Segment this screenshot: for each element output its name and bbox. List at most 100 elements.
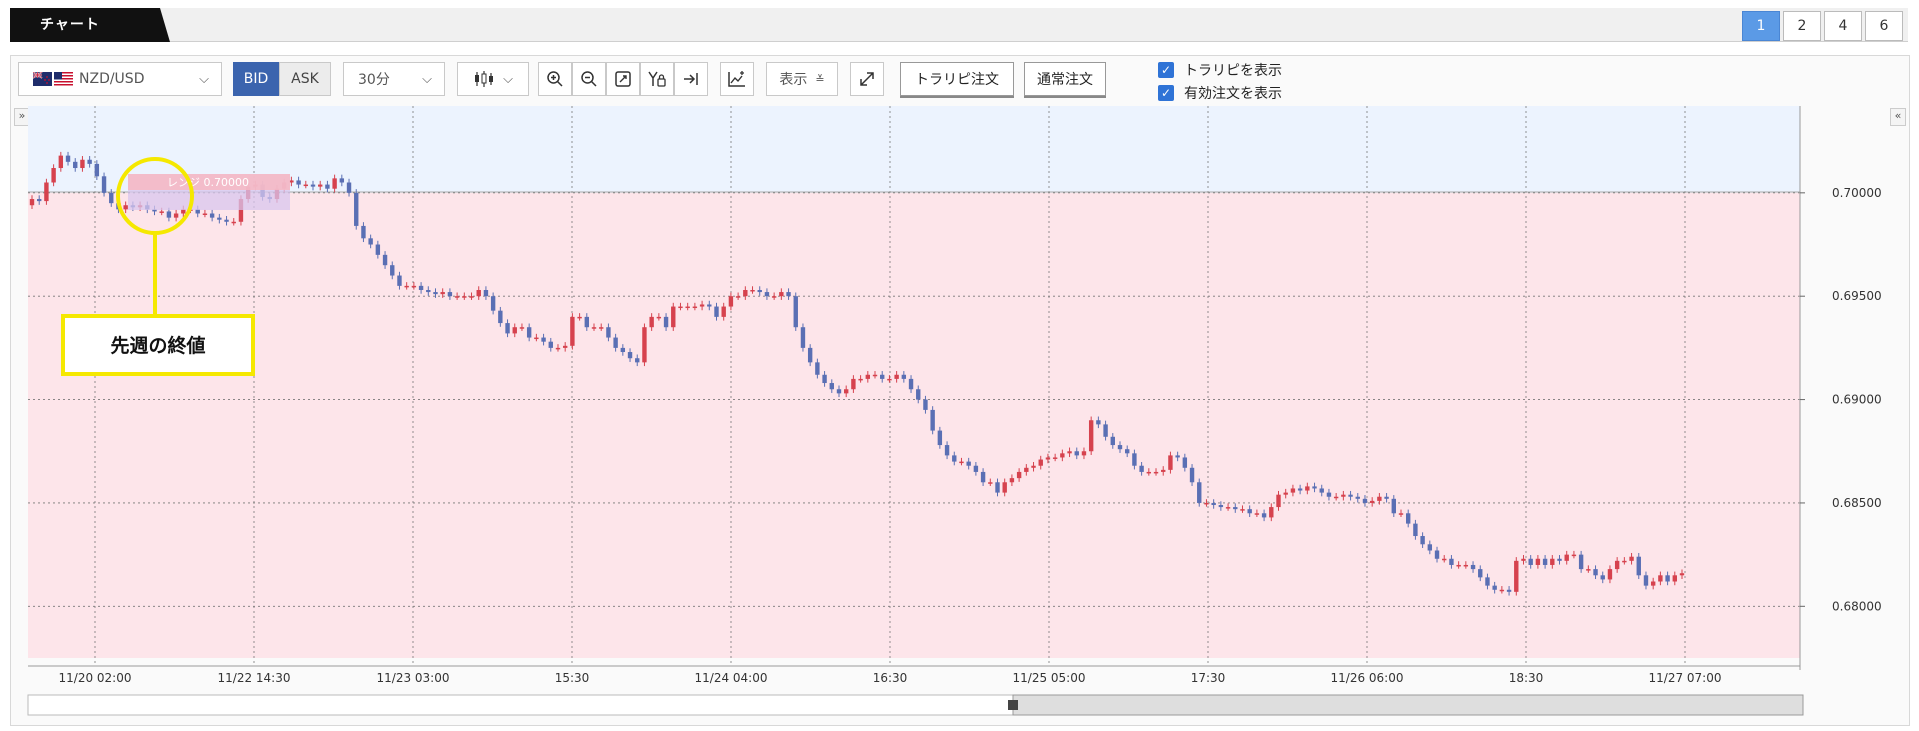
- candle-body: [426, 290, 431, 293]
- candle-body: [454, 296, 460, 298]
- candle-body: [613, 337, 618, 348]
- candle-body: [1247, 509, 1252, 514]
- candle-body: [1038, 459, 1043, 466]
- candle-body: [375, 244, 381, 255]
- range-marker: レンジ 0.70000: [128, 174, 290, 210]
- candle-body: [872, 374, 878, 377]
- candle-body: [1189, 467, 1195, 483]
- time-tick-label: 11/22 14:30: [218, 671, 291, 685]
- candle-body: [1240, 509, 1245, 511]
- candle-body: [1182, 457, 1188, 468]
- candle: [671, 302, 676, 331]
- candle-body: [209, 213, 215, 218]
- candle-body: [433, 292, 438, 295]
- candle-body: [555, 347, 561, 350]
- candle-body: [1333, 496, 1339, 499]
- scrollbar-thumb[interactable]: [1012, 694, 1804, 716]
- candle-body: [1168, 455, 1173, 470]
- candle-body: [843, 389, 849, 394]
- candle-body: [606, 327, 611, 338]
- candle-body: [858, 378, 863, 381]
- candle-body: [807, 347, 813, 363]
- time-tick-label: 11/27 07:00: [1649, 671, 1722, 685]
- candle-body: [1542, 558, 1548, 565]
- candle: [1514, 557, 1519, 596]
- time-scrollbar[interactable]: [27, 694, 1804, 716]
- candle-body: [462, 296, 467, 298]
- time-axis: 11/20 02:00 11/22 14:30 11/23 03:00 15:30 11…: [28, 665, 1800, 685]
- candle-body: [476, 290, 481, 297]
- candle-body: [1586, 569, 1591, 571]
- candle-body: [952, 455, 957, 462]
- candle-body: [526, 327, 532, 338]
- candle-body: [721, 306, 726, 317]
- candle-body: [620, 347, 626, 353]
- candle-body: [642, 327, 647, 363]
- candle-body: [1312, 486, 1317, 489]
- candle-body: [354, 192, 359, 226]
- time-tick-label: 11/25 05:00: [1013, 671, 1086, 685]
- candle-body: [959, 461, 964, 464]
- candle-body: [1420, 536, 1425, 545]
- candle-body: [1622, 560, 1627, 563]
- candle-body: [1204, 502, 1209, 505]
- candle-body: [318, 184, 323, 187]
- candle-body: [1146, 471, 1152, 474]
- range-band-1: [28, 192, 1800, 658]
- candle-body: [87, 159, 92, 164]
- time-tick-label: 16:30: [873, 671, 908, 685]
- candle-body: [649, 316, 654, 328]
- candle-body: [1470, 564, 1476, 570]
- candle-body: [1197, 482, 1202, 503]
- candle-body: [815, 362, 820, 375]
- candle-body: [707, 304, 712, 307]
- price-axis: 0.70000 0.69500 0.69000 0.68500 0.68000: [1799, 106, 1882, 670]
- candle-body: [1614, 560, 1620, 570]
- candle-body: [1103, 424, 1108, 437]
- scrollbar-handle[interactable]: [1008, 700, 1018, 710]
- price-chart[interactable]: 0.70000 0.69500 0.69000 0.68500 0.68000 11/2…: [0, 0, 1919, 731]
- candle-body: [1514, 560, 1519, 592]
- time-tick-label: 11/26 06:00: [1331, 671, 1404, 685]
- candle-body: [793, 296, 798, 328]
- candle-body: [512, 327, 517, 334]
- candle-body: [692, 306, 698, 309]
- candle-body: [779, 292, 784, 297]
- candle-body: [1658, 575, 1663, 582]
- candle-body: [836, 389, 842, 394]
- candle-body: [743, 290, 748, 297]
- candle-body: [1175, 455, 1180, 458]
- candle-body: [1139, 465, 1144, 472]
- price-tick-label: 0.69000: [1832, 393, 1882, 407]
- candle-body: [1276, 494, 1281, 508]
- time-tick-label: 18:30: [1509, 671, 1544, 685]
- candle-body: [1305, 486, 1310, 491]
- candle-body: [916, 389, 921, 400]
- candle-body: [1463, 564, 1469, 567]
- candle-body: [901, 374, 907, 379]
- range-marker-label: レンジ 0.70000: [167, 176, 249, 189]
- candle-body: [1153, 471, 1159, 474]
- candle-body: [1088, 420, 1094, 452]
- price-tick-label: 0.68000: [1832, 599, 1882, 613]
- candle-body: [1521, 558, 1526, 561]
- candle-body: [656, 316, 662, 319]
- candle-body: [217, 217, 222, 220]
- candle-body: [339, 178, 345, 183]
- candle: [793, 292, 798, 331]
- candle-body: [1161, 469, 1166, 472]
- candle: [570, 313, 575, 350]
- candle-body: [1499, 589, 1505, 592]
- candle-body: [988, 482, 993, 484]
- candle-body: [1557, 558, 1562, 561]
- candle-body: [1319, 488, 1324, 493]
- candle-body: [1297, 488, 1303, 491]
- candle-body: [1550, 558, 1555, 565]
- candle-body: [584, 316, 590, 328]
- candle-body: [894, 374, 899, 379]
- candle-body: [771, 296, 777, 298]
- candle-body: [880, 374, 885, 379]
- candle-body: [800, 327, 806, 348]
- candle-body: [303, 184, 308, 187]
- candle-body: [908, 378, 914, 390]
